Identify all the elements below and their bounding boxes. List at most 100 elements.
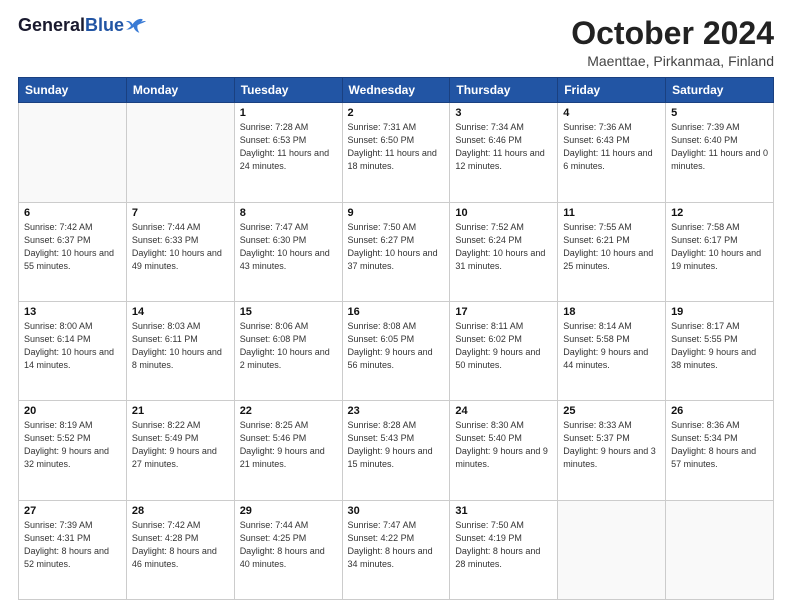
day-detail: Sunrise: 7:34 AMSunset: 6:46 PMDaylight:… xyxy=(455,121,552,173)
day-detail: Sunrise: 7:39 AMSunset: 6:40 PMDaylight:… xyxy=(671,121,768,173)
day-detail: Sunrise: 8:36 AMSunset: 5:34 PMDaylight:… xyxy=(671,419,768,471)
day-detail: Sunrise: 7:42 AMSunset: 4:28 PMDaylight:… xyxy=(132,519,229,571)
logo: GeneralBlue xyxy=(18,16,146,36)
calendar-cell xyxy=(19,103,127,202)
day-detail: Sunrise: 8:08 AMSunset: 6:05 PMDaylight:… xyxy=(348,320,445,372)
weekday-header-saturday: Saturday xyxy=(666,78,774,103)
day-detail: Sunrise: 8:25 AMSunset: 5:46 PMDaylight:… xyxy=(240,419,337,471)
weekday-header-monday: Monday xyxy=(126,78,234,103)
day-number: 17 xyxy=(455,306,552,318)
day-number: 9 xyxy=(348,207,445,219)
calendar-cell: 15 Sunrise: 8:06 AMSunset: 6:08 PMDayligh… xyxy=(234,301,342,400)
calendar-cell: 14 Sunrise: 8:03 AMSunset: 6:11 PMDayligh… xyxy=(126,301,234,400)
calendar-cell xyxy=(126,103,234,202)
day-detail: Sunrise: 7:50 AMSunset: 6:27 PMDaylight:… xyxy=(348,221,445,273)
day-detail: Sunrise: 8:00 AMSunset: 6:14 PMDaylight:… xyxy=(24,320,121,372)
calendar-cell: 1 Sunrise: 7:28 AMSunset: 6:53 PMDaylight… xyxy=(234,103,342,202)
day-detail: Sunrise: 8:33 AMSunset: 5:37 PMDaylight:… xyxy=(563,419,660,471)
calendar-cell: 28 Sunrise: 7:42 AMSunset: 4:28 PMDayligh… xyxy=(126,500,234,599)
calendar-cell: 30 Sunrise: 7:47 AMSunset: 4:22 PMDayligh… xyxy=(342,500,450,599)
day-number: 25 xyxy=(563,405,660,417)
day-number: 19 xyxy=(671,306,768,318)
day-number: 3 xyxy=(455,107,552,119)
day-number: 6 xyxy=(24,207,121,219)
title-block: October 2024 Maenttae, Pirkanmaa, Finlan… xyxy=(571,16,774,69)
day-number: 14 xyxy=(132,306,229,318)
day-number: 10 xyxy=(455,207,552,219)
day-number: 29 xyxy=(240,505,337,517)
day-detail: Sunrise: 7:47 AMSunset: 6:30 PMDaylight:… xyxy=(240,221,337,273)
day-number: 5 xyxy=(671,107,768,119)
calendar-cell: 18Sunrise: 8:14 AMSunset: 5:58 PMDayligh… xyxy=(558,301,666,400)
day-number: 4 xyxy=(563,107,660,119)
day-number: 16 xyxy=(348,306,445,318)
calendar-cell xyxy=(666,500,774,599)
day-number: 31 xyxy=(455,505,552,517)
day-detail: Sunrise: 8:28 AMSunset: 5:43 PMDaylight:… xyxy=(348,419,445,471)
calendar-cell: 23 Sunrise: 8:28 AMSunset: 5:43 PMDayligh… xyxy=(342,401,450,500)
day-number: 28 xyxy=(132,505,229,517)
calendar-cell: 13 Sunrise: 8:00 AMSunset: 6:14 PMDayligh… xyxy=(19,301,127,400)
day-detail: Sunrise: 8:11 AMSunset: 6:02 PMDaylight:… xyxy=(455,320,552,372)
day-detail: Sunrise: 7:42 AMSunset: 6:37 PMDaylight:… xyxy=(24,221,121,273)
day-detail: Sunrise: 7:58 AMSunset: 6:17 PMDaylight:… xyxy=(671,221,768,273)
calendar-cell: 7Sunrise: 7:44 AMSunset: 6:33 PMDaylight… xyxy=(126,202,234,301)
day-detail: Sunrise: 7:28 AMSunset: 6:53 PMDaylight:… xyxy=(240,121,337,173)
day-number: 13 xyxy=(24,306,121,318)
calendar-cell: 17 Sunrise: 8:11 AMSunset: 6:02 PMDayligh… xyxy=(450,301,558,400)
calendar-cell: 10Sunrise: 7:52 AMSunset: 6:24 PMDayligh… xyxy=(450,202,558,301)
calendar-cell: 27Sunrise: 7:39 AMSunset: 4:31 PMDayligh… xyxy=(19,500,127,599)
day-number: 21 xyxy=(132,405,229,417)
day-number: 30 xyxy=(348,505,445,517)
day-detail: Sunrise: 8:06 AMSunset: 6:08 PMDaylight:… xyxy=(240,320,337,372)
calendar-cell: 22 Sunrise: 8:25 AMSunset: 5:46 PMDayligh… xyxy=(234,401,342,500)
day-detail: Sunrise: 7:39 AMSunset: 4:31 PMDaylight:… xyxy=(24,519,121,571)
day-number: 15 xyxy=(240,306,337,318)
day-detail: Sunrise: 7:44 AMSunset: 6:33 PMDaylight:… xyxy=(132,221,229,273)
calendar-cell: 24Sunrise: 8:30 AMSunset: 5:40 PMDayligh… xyxy=(450,401,558,500)
day-number: 24 xyxy=(455,405,552,417)
calendar-cell: 19 Sunrise: 8:17 AMSunset: 5:55 PMDayligh… xyxy=(666,301,774,400)
day-number: 26 xyxy=(671,405,768,417)
location: Maenttae, Pirkanmaa, Finland xyxy=(571,53,774,69)
calendar-cell: 8 Sunrise: 7:47 AMSunset: 6:30 PMDaylight… xyxy=(234,202,342,301)
weekday-header-wednesday: Wednesday xyxy=(342,78,450,103)
day-detail: Sunrise: 7:50 AMSunset: 4:19 PMDaylight:… xyxy=(455,519,552,571)
day-detail: Sunrise: 8:22 AMSunset: 5:49 PMDaylight:… xyxy=(132,419,229,471)
day-detail: Sunrise: 7:55 AMSunset: 6:21 PMDaylight:… xyxy=(563,221,660,273)
day-number: 2 xyxy=(348,107,445,119)
day-detail: Sunrise: 8:17 AMSunset: 5:55 PMDaylight:… xyxy=(671,320,768,372)
calendar-cell: 9 Sunrise: 7:50 AMSunset: 6:27 PMDaylight… xyxy=(342,202,450,301)
day-number: 22 xyxy=(240,405,337,417)
calendar-cell: 29 Sunrise: 7:44 AMSunset: 4:25 PMDayligh… xyxy=(234,500,342,599)
calendar-cell: 11 Sunrise: 7:55 AMSunset: 6:21 PMDayligh… xyxy=(558,202,666,301)
header: GeneralBlue October 2024 Maenttae, Pirka… xyxy=(18,16,774,69)
day-detail: Sunrise: 7:31 AMSunset: 6:50 PMDaylight:… xyxy=(348,121,445,173)
weekday-header-friday: Friday xyxy=(558,78,666,103)
day-detail: Sunrise: 7:36 AMSunset: 6:43 PMDaylight:… xyxy=(563,121,660,173)
day-number: 1 xyxy=(240,107,337,119)
calendar-cell: 16 Sunrise: 8:08 AMSunset: 6:05 PMDayligh… xyxy=(342,301,450,400)
calendar-cell: 6 Sunrise: 7:42 AMSunset: 6:37 PMDaylight… xyxy=(19,202,127,301)
calendar-cell: 20Sunrise: 8:19 AMSunset: 5:52 PMDayligh… xyxy=(19,401,127,500)
calendar-cell: 5 Sunrise: 7:39 AMSunset: 6:40 PMDaylight… xyxy=(666,103,774,202)
day-number: 8 xyxy=(240,207,337,219)
day-detail: Sunrise: 8:19 AMSunset: 5:52 PMDaylight:… xyxy=(24,419,121,471)
calendar-page: GeneralBlue October 2024 Maenttae, Pirka… xyxy=(0,0,792,612)
day-number: 23 xyxy=(348,405,445,417)
weekday-header-sunday: Sunday xyxy=(19,78,127,103)
day-detail: Sunrise: 8:14 AMSunset: 5:58 PMDaylight:… xyxy=(563,320,660,372)
calendar-cell: 12 Sunrise: 7:58 AMSunset: 6:17 PMDayligh… xyxy=(666,202,774,301)
calendar-cell: 25 Sunrise: 8:33 AMSunset: 5:37 PMDayligh… xyxy=(558,401,666,500)
weekday-header-tuesday: Tuesday xyxy=(234,78,342,103)
month-title: October 2024 xyxy=(571,16,774,51)
day-detail: Sunrise: 7:47 AMSunset: 4:22 PMDaylight:… xyxy=(348,519,445,571)
calendar-cell: 2 Sunrise: 7:31 AMSunset: 6:50 PMDaylight… xyxy=(342,103,450,202)
day-number: 12 xyxy=(671,207,768,219)
day-number: 11 xyxy=(563,207,660,219)
logo-general: GeneralBlue xyxy=(18,16,124,36)
calendar-cell: 3 Sunrise: 7:34 AMSunset: 6:46 PMDaylight… xyxy=(450,103,558,202)
day-detail: Sunrise: 7:44 AMSunset: 4:25 PMDaylight:… xyxy=(240,519,337,571)
day-detail: Sunrise: 8:03 AMSunset: 6:11 PMDaylight:… xyxy=(132,320,229,372)
calendar-cell: 26 Sunrise: 8:36 AMSunset: 5:34 PMDayligh… xyxy=(666,401,774,500)
